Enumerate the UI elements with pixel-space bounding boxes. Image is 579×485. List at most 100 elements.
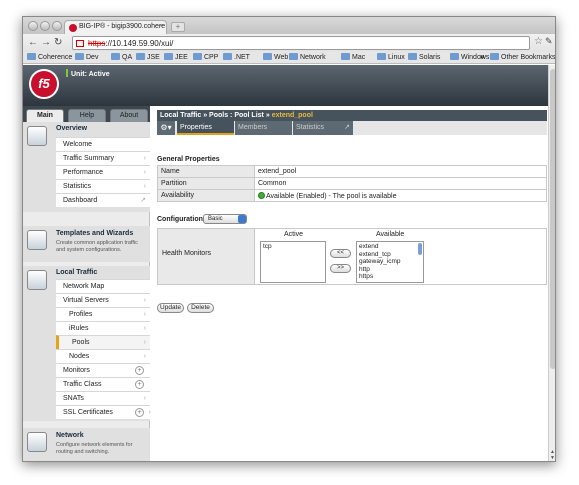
bookmark-cpp[interactable]: CPP [193,53,218,61]
bookmark--net[interactable]: .NET [223,53,250,61]
browser-tab[interactable]: BIG-IP® - bigip3900.cohere × [64,20,167,34]
sidebar-item-network-map[interactable]: Network Map [56,279,150,293]
folder-icon [75,53,84,60]
bookmark-solaris[interactable]: Solaris [408,53,440,61]
configuration-label: Configuration: [157,216,206,223]
folder-icon [289,53,298,60]
chevron-right-icon: › [143,353,146,360]
bookmarks-bar: Coherence Dev QA JSE JEE CPP .NET Web Network Mac… [23,52,555,64]
folder-icon [377,53,386,60]
other-bookmarks[interactable]: Other Bookmarks [490,53,555,61]
overview-section: Overview Welcome Traffic Summary › Perfor… [23,122,150,212]
partition-label: Partition [157,177,255,190]
update-button[interactable]: Update [157,303,184,313]
bookmark-network[interactable]: Network [289,53,326,61]
availability-label: Availability [157,189,255,202]
new-tab-button[interactable]: + [171,22,185,32]
f5-banner: f5 Unit: Active [23,65,548,106]
add-icon: + [135,366,144,375]
sidebar-item-nodes[interactable]: Nodes › [56,349,150,363]
sidebar-item-pools[interactable]: Pools › [56,335,150,349]
delete-button[interactable]: Delete [187,303,214,313]
list-item[interactable]: tcp [263,243,323,251]
list-item[interactable]: extend [359,243,421,251]
list-item[interactable]: https [359,273,421,281]
active-monitors-list[interactable]: tcp [260,241,326,283]
bookmark-jee[interactable]: JEE [164,53,188,61]
tab-members[interactable]: Members [235,121,292,135]
zoom-window-button[interactable] [52,21,62,31]
scroll-down-icon[interactable]: ▼ [550,455,555,461]
scrollbar-thumb[interactable] [550,69,555,369]
breadcrumb: Local Traffic » Pools : Pool List » exte… [157,110,547,121]
sidebar-item-traffic-summary[interactable]: Traffic Summary › [56,151,150,165]
sidebar-item-snats[interactable]: SNATs › [56,391,150,405]
page-scrollbar[interactable]: ▲ ▼ [548,65,555,461]
list-item[interactable]: http [359,266,421,274]
bookmark-star-icon[interactable]: ☆ [534,36,543,47]
chevron-right-icon: › [143,155,146,162]
bookmark-coherence[interactable]: Coherence [27,53,72,61]
list-item[interactable]: gateway_icmp [359,258,421,266]
availability-cell: Available (Enabled) - The pool is availa… [254,189,547,202]
folder-icon [164,53,173,60]
address-bar[interactable]: https://10.149.59.90/xui/ [72,36,530,50]
breadcrumb-local-traffic[interactable]: Local Traffic [160,112,201,119]
status-indicator-icon [66,69,68,77]
sidebar-item-ssl-certificates[interactable]: SSL Certificates + › [56,405,151,419]
close-window-button[interactable] [28,21,38,31]
bookmark-linux[interactable]: Linux [377,53,405,61]
bookmark-web[interactable]: Web [263,53,288,61]
overview-title[interactable]: Overview [56,125,87,132]
name-label: Name [157,165,255,178]
bookmarks-overflow-button[interactable]: » [480,52,484,61]
sidebar-item-monitors[interactable]: Monitors + [56,363,150,377]
local-traffic-title[interactable]: Local Traffic [56,269,97,276]
sidebar-item-virtual-servers[interactable]: Virtual Servers › [56,293,150,307]
templates-title[interactable]: Templates and Wizards [56,230,133,237]
folder-icon [490,53,499,60]
bookmark-jse[interactable]: JSE [136,53,160,61]
remove-monitor-button[interactable]: >> [330,264,351,273]
f5-favicon-icon [69,24,77,32]
browser-toolbar: ← → ↻ https://10.149.59.90/xui/ ☆ ✎ [23,34,555,52]
gear-icon[interactable]: ⚙▾ [157,121,175,135]
available-monitors-list[interactable]: extend extend_tcp gateway_icmp http http… [356,241,424,283]
sidebar-item-welcome[interactable]: Welcome [56,137,150,151]
wrench-menu-icon[interactable]: ✎ [545,36,553,47]
close-tab-icon[interactable]: × [159,23,163,30]
sidebar-item-dashboard[interactable]: Dashboard ↗ [56,193,150,207]
network-title[interactable]: Network [56,432,84,439]
configuration-select[interactable]: Basic [203,214,247,224]
forward-arrow-icon[interactable]: → [41,36,51,50]
network-description: Configure network elements for routing a… [56,442,133,455]
bookmark-dev[interactable]: Dev [75,53,98,61]
tab-help[interactable]: Help [68,109,106,122]
add-monitor-button[interactable]: << [330,249,351,258]
tab-properties[interactable]: Properties [177,121,234,135]
list-scrollbar[interactable] [418,243,422,255]
availability-value: Available (Enabled) - The pool is availa… [266,192,397,200]
overview-icon [27,126,47,146]
sidebar-item-performance[interactable]: Performance › [56,165,150,179]
active-header: Active [284,231,304,238]
bookmark-mac[interactable]: Mac [341,53,365,61]
sidebar-item-statistics[interactable]: Statistics › [56,179,150,193]
select-arrows-icon [238,215,246,223]
folder-icon [111,53,120,60]
chevron-right-icon: › [143,339,146,346]
sidebar-item-irules[interactable]: iRules › [56,321,150,335]
minimize-window-button[interactable] [40,21,50,31]
bookmark-qa[interactable]: QA [111,53,132,61]
sidebar-item-profiles[interactable]: Profiles › [56,307,150,321]
sidebar-item-traffic-class[interactable]: Traffic Class + [56,377,150,391]
breadcrumb-pool-list[interactable]: Pools : Pool List [209,112,264,119]
tab-main[interactable]: Main [26,109,64,122]
list-item[interactable]: extend_tcp [359,251,421,259]
tab-about[interactable]: About [110,109,148,122]
folder-icon [263,53,272,60]
back-arrow-icon[interactable]: ← [28,36,38,50]
tab-statistics[interactable]: Statistics ↗ [293,121,353,135]
partition-value: Common [254,177,547,190]
reload-icon[interactable]: ↻ [54,36,62,50]
